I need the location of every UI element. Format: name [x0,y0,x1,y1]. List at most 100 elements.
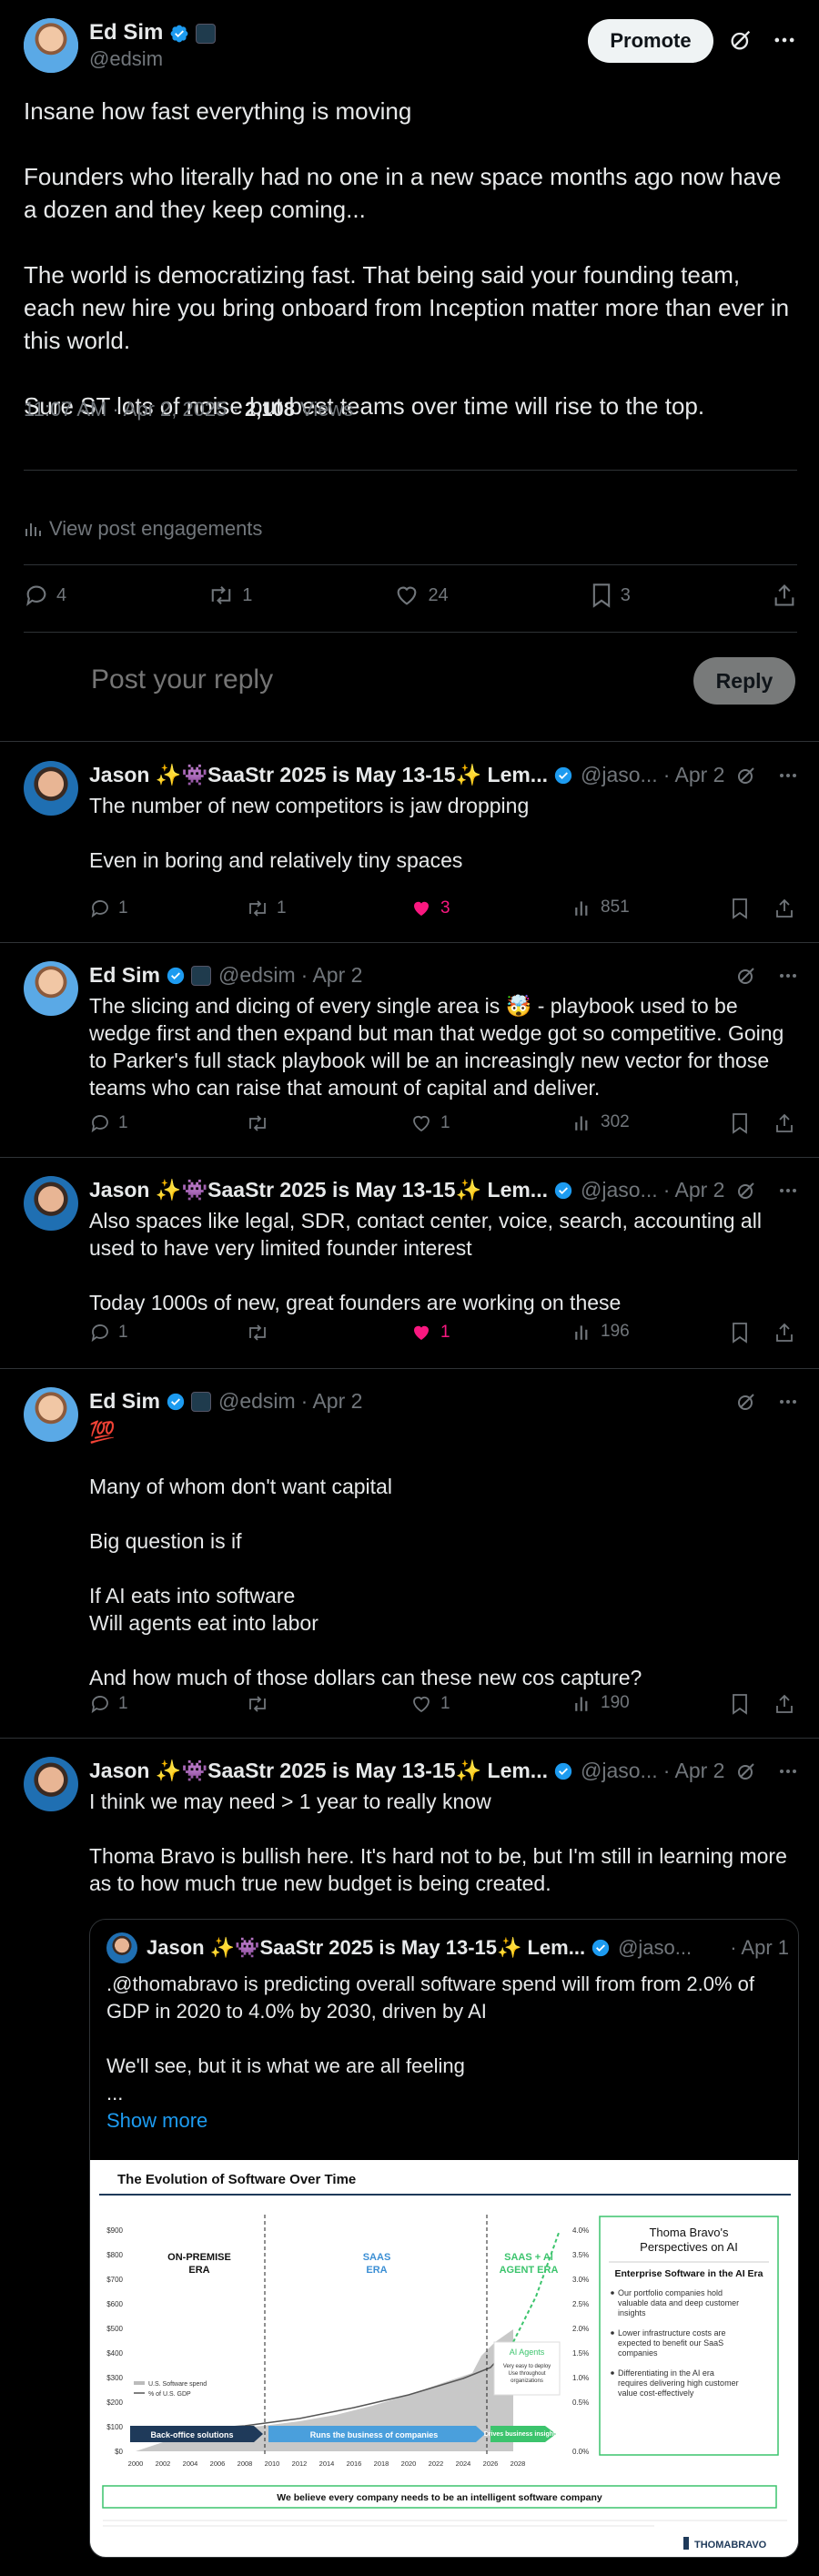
avatar[interactable] [24,1176,78,1231]
reply-icon [89,1112,111,1134]
views-action[interactable]: 190 [573,1693,630,1713]
bookmark-action[interactable] [730,898,750,919]
more-options-icon[interactable] [777,765,799,786]
show-more-link[interactable]: Show more [106,2107,784,2135]
reply-tweet[interactable]: Jason ✨👾SaaStr 2025 is May 13-15✨ Lem...… [0,743,819,943]
verified-badge-icon [553,1181,573,1201]
like-action[interactable]: 1 [410,1112,450,1134]
reply-author-name[interactable]: Jason ✨👾SaaStr 2025 is May 13-15✨ Lem... [89,1178,548,1202]
reply-author-handle[interactable]: @jaso... [581,1178,658,1202]
reply-date[interactable]: · Apr 2 [301,963,363,988]
more-options-icon[interactable] [777,1760,799,1782]
repost-action[interactable] [246,1112,269,1134]
more-options-icon[interactable] [772,27,797,53]
bookmark-icon [730,1112,750,1134]
reply-author-name[interactable]: Ed Sim [89,1389,160,1414]
reply-date[interactable]: · Apr 2 [663,1759,725,1783]
reply-text: Also spaces like legal, SDR, contact cen… [89,1207,801,1316]
reply-tweet[interactable]: Ed Sim @edsim · Apr 2 💯 Many of whom don… [0,1369,819,1739]
era-label: SAAS ERA [363,2252,391,2276]
avatar[interactable] [24,1757,78,1811]
reply-tweet[interactable]: Ed Sim @edsim · Apr 2 The slicing and di… [0,943,819,1158]
more-options-icon[interactable] [777,1180,799,1202]
author-handle[interactable]: @edsim [89,47,163,71]
views-action[interactable]: 851 [573,898,630,918]
reply-author-handle[interactable]: @jaso... [581,763,658,787]
reply-tweet[interactable]: Jason ✨👾SaaStr 2025 is May 13-15✨ Lem...… [0,1158,819,1369]
repost-action[interactable]: 1 [246,898,287,919]
reply-author-handle[interactable]: @jaso... [581,1759,658,1783]
share-action[interactable] [774,1693,795,1715]
avatar[interactable] [24,1387,78,1442]
reply-author-name[interactable]: Jason ✨👾SaaStr 2025 is May 13-15✨ Lem... [89,1759,548,1783]
reply-author-name[interactable]: Ed Sim [89,963,160,988]
more-options-icon[interactable] [777,965,799,987]
verified-badge-icon [169,24,189,44]
repost-action[interactable] [246,1322,269,1344]
era-label: ON-PREMISE ERA [167,2252,231,2276]
reply-action[interactable]: 1 [89,1112,128,1134]
grok-icon[interactable] [735,1180,757,1202]
reply-button[interactable]: Reply [693,657,795,705]
avatar[interactable] [24,761,78,816]
reply-date[interactable]: · Apr 2 [663,1178,725,1202]
post-paragraph: Founders who literally had no one in a n… [24,163,782,223]
share-action[interactable] [774,898,795,919]
view-engagements-link[interactable]: View post engagements [24,517,262,541]
grok-icon[interactable] [735,1760,757,1782]
view-count: 196 [601,1322,630,1341]
reply-input[interactable] [91,664,546,695]
like-action[interactable]: 3 [410,898,450,919]
current-user-avatar[interactable] [24,18,78,73]
reply-action[interactable]: 1 [89,898,128,919]
bookmark-action[interactable] [730,1322,750,1344]
bookmark-count: 3 [620,584,631,605]
svg-text:$400: $400 [106,2349,123,2358]
share-action[interactable] [774,1112,795,1134]
image-title: The Evolution of Software Over Time [117,2172,356,2187]
panel-bullets: Our portfolio companies hold valuable dat… [611,2288,739,2398]
svg-text:1.0%: 1.0% [572,2374,589,2382]
grok-icon[interactable] [728,27,753,53]
share-action[interactable] [772,583,797,608]
post-timestamp[interactable]: 11:07 AM · Apr 2, 2025 · [24,398,245,421]
reply-paragraph: Even in boring and relatively tiny space… [89,848,463,872]
bookmark-action[interactable] [730,1112,750,1134]
like-action[interactable]: 1 [410,1693,450,1715]
reply-author-handle[interactable]: @edsim [218,1389,296,1414]
svg-text:3.0%: 3.0% [572,2276,589,2284]
reply-action[interactable]: 1 [89,1322,128,1344]
promote-button[interactable]: Promote [588,19,713,63]
reply-date[interactable]: · Apr 2 [301,1389,363,1414]
quoted-tweet[interactable]: Jason ✨👾SaaStr 2025 is May 13-15✨ Lem...… [89,1919,799,2558]
reply-action[interactable]: 4 [24,583,66,608]
quote-header: Jason ✨👾SaaStr 2025 is May 13-15✨ Lem...… [106,1932,789,1963]
repost-action[interactable] [246,1693,269,1715]
share-action[interactable] [774,1322,795,1344]
avatar[interactable] [24,961,78,1016]
repost-action[interactable]: 1 [207,583,252,608]
svg-text:2000: 2000 [128,2459,144,2468]
views-action[interactable]: 196 [573,1322,630,1342]
like-action[interactable]: 24 [393,583,449,608]
bookmark-action[interactable]: 3 [590,583,631,608]
reply-date[interactable]: · Apr 2 [663,763,725,787]
reply-text: The slicing and dicing of every single a… [89,992,801,1101]
grok-icon[interactable] [735,965,757,987]
author-name-text[interactable]: Ed Sim [89,20,163,45]
repost-count: 1 [277,898,287,918]
bookmark-action[interactable] [730,1693,750,1715]
reply-author-handle[interactable]: @edsim [218,963,296,988]
svg-text:2.0%: 2.0% [572,2325,589,2333]
more-options-icon[interactable] [777,1391,799,1413]
quote-image[interactable]: The Evolution of Software Over Time $900… [90,2160,798,2557]
grok-icon[interactable] [735,1391,757,1413]
grok-icon[interactable] [735,765,757,786]
share-icon [774,1693,795,1715]
reply-author-name[interactable]: Jason ✨👾SaaStr 2025 is May 13-15✨ Lem... [89,763,548,787]
reply-count: 1 [118,1323,128,1342]
views-action[interactable]: 302 [573,1112,630,1132]
reply-action[interactable]: 1 [89,1693,128,1715]
author-name[interactable]: Ed Sim [89,20,216,46]
like-action[interactable]: 1 [410,1322,450,1344]
